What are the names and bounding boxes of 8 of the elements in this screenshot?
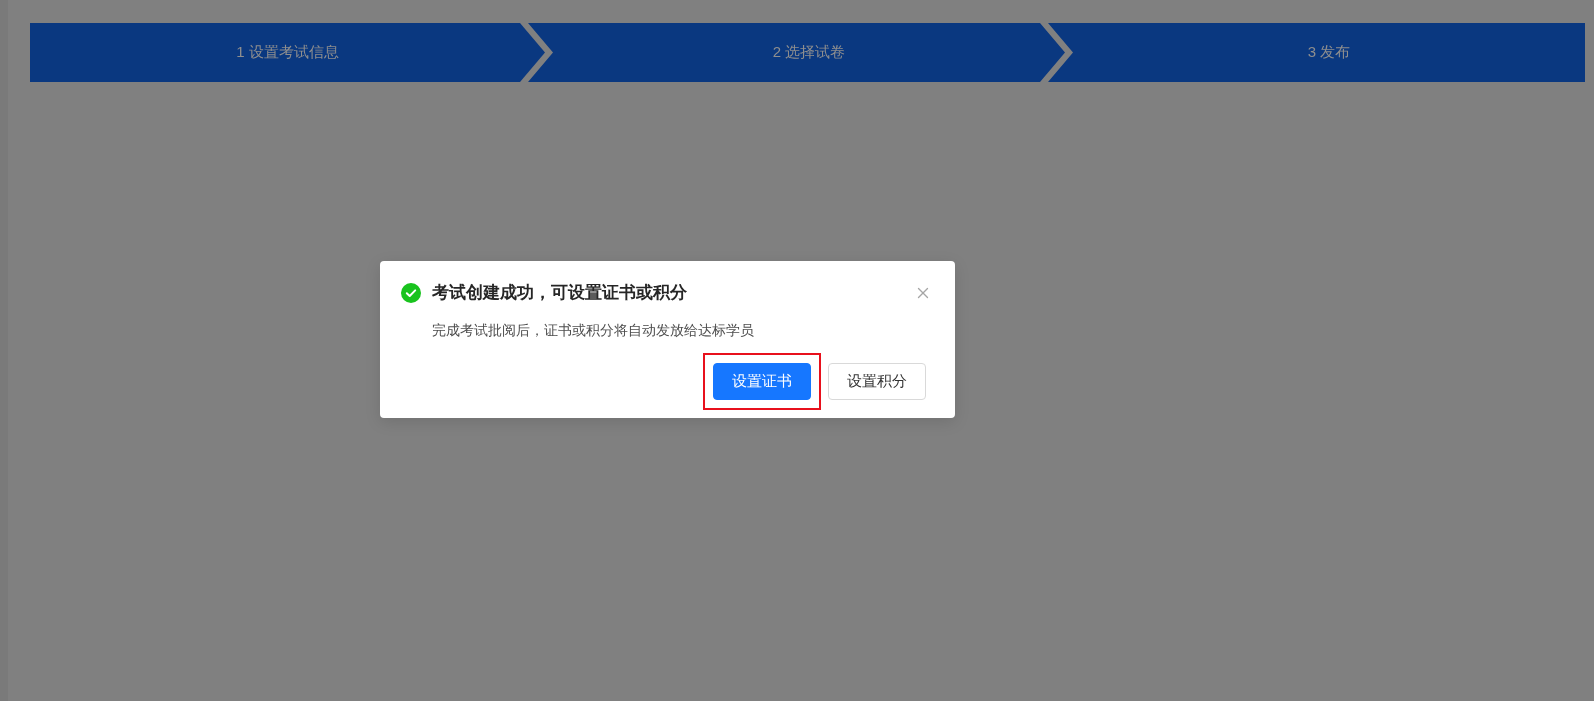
success-check-icon	[401, 283, 421, 303]
dialog-title: 考试创建成功，可设置证书或积分	[432, 282, 687, 304]
dialog-button[interactable]: 设置积分	[828, 363, 926, 400]
step-tab[interactable]: 2 选择试卷	[528, 23, 1065, 82]
dialog-button[interactable]: 设置证书	[713, 363, 811, 400]
step-tab[interactable]: 1 设置考试信息	[30, 23, 545, 82]
step-tab[interactable]: 3 发布	[1048, 23, 1585, 82]
dialog-message: 完成考试批阅后，证书或积分将自动发放给达标学员	[432, 321, 754, 340]
